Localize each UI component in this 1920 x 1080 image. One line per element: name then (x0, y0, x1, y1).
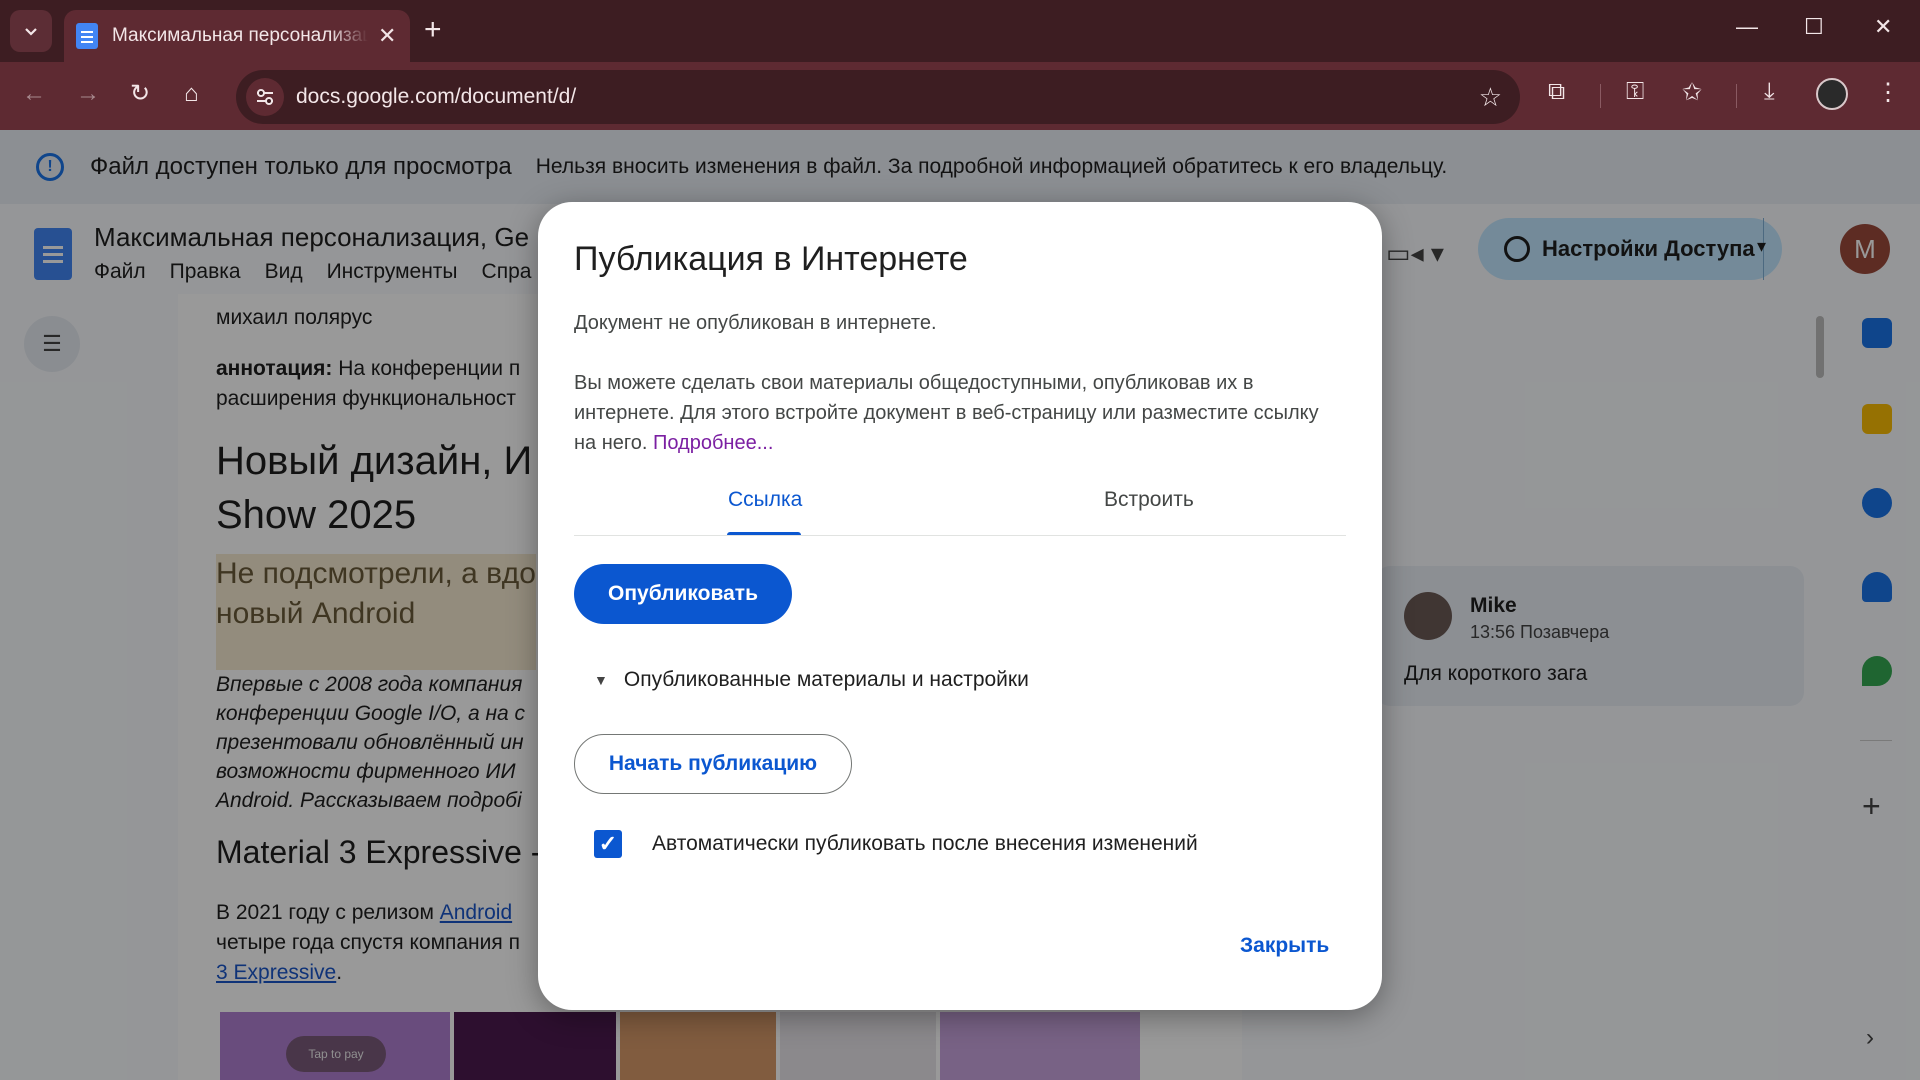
browser-toolbar: ← → ↻ ⌂ docs.google.com/document/d/ ☆ ⧉ … (0, 62, 1920, 130)
tab-title: Максимальная персонализация, Gemini (112, 25, 368, 46)
auto-publish-checkbox[interactable]: ✓ (594, 830, 622, 858)
tab-close-button[interactable]: ✕ (378, 23, 396, 49)
back-arrow-icon[interactable]: ← (22, 79, 46, 109)
expander-label: Опубликованные материалы и настройки (623, 668, 1029, 691)
address-bar[interactable]: docs.google.com/document/d/ ☆ (236, 70, 1520, 124)
dialog-description: Вы можете сделать свои материалы общедос… (574, 368, 1344, 458)
site-settings-icon[interactable] (246, 78, 284, 116)
toolbar-divider (1600, 84, 1601, 108)
download-icon[interactable]: ⤓ (1764, 78, 1775, 106)
publish-to-web-dialog: Публикация в Интернете Документ не опубл… (538, 202, 1382, 1010)
active-tab-indicator (727, 532, 801, 535)
profile-avatar-icon[interactable] (1816, 78, 1848, 110)
home-icon[interactable]: ⌂ (184, 79, 199, 109)
browser-tabstrip: Максимальная персонализация, Gemini ✕ + … (0, 0, 1920, 62)
browser-tab-active[interactable]: Максимальная персонализация, Gemini ✕ (64, 10, 410, 62)
reload-icon[interactable]: ↻ (130, 79, 150, 109)
learn-more-link[interactable]: Подробнее... (653, 432, 773, 454)
dialog-title: Публикация в Интернете (574, 240, 968, 278)
tab-link[interactable]: Ссылка (728, 488, 802, 512)
url-text: docs.google.com/document/d/ (296, 85, 577, 108)
dialog-tabs: Ссылка Встроить (574, 472, 1346, 536)
minimize-button[interactable]: — (1736, 14, 1758, 40)
auto-publish-label[interactable]: Автоматически публиковать после внесения… (652, 832, 1198, 856)
forward-arrow-icon[interactable]: → (76, 79, 100, 109)
google-docs-favicon-icon (76, 23, 98, 49)
publish-button[interactable]: Опубликовать (574, 564, 792, 624)
auto-publish-row: ✓ Автоматически публиковать после внесен… (594, 830, 1198, 858)
tab-embed[interactable]: Встроить (1104, 488, 1194, 512)
toolbar-divider (1736, 84, 1737, 108)
menu-dots-icon[interactable]: ⋮ (1876, 78, 1900, 107)
close-window-button[interactable]: ✕ (1874, 14, 1892, 40)
published-settings-expander[interactable]: ▼ Опубликованные материалы и настройки (594, 668, 1029, 692)
tab-search-button[interactable] (10, 10, 52, 52)
triangle-down-icon: ▼ (594, 672, 608, 688)
start-publishing-button[interactable]: Начать публикацию (574, 734, 852, 794)
new-tab-button[interactable]: + (424, 12, 442, 48)
chevron-down-icon (25, 28, 37, 36)
password-key-icon[interactable]: ⚿ (1626, 78, 1644, 106)
publish-status: Документ не опубликован в интернете. (574, 312, 937, 334)
bookmarks-icon[interactable]: ✩ (1682, 78, 1702, 107)
extensions-icon[interactable]: ⧉ (1548, 78, 1565, 106)
bookmark-star-icon[interactable]: ☆ (1479, 82, 1502, 113)
maximize-button[interactable]: ☐ (1804, 14, 1824, 40)
close-dialog-button[interactable]: Закрыть (1226, 928, 1343, 964)
